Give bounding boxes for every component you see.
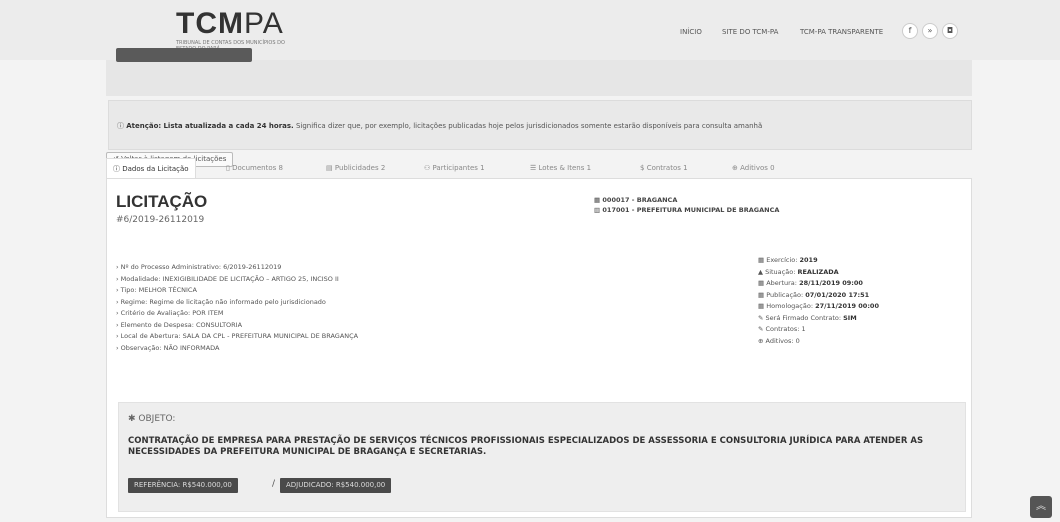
dollar-icon: $ bbox=[640, 164, 647, 172]
pin-icon: ✱ bbox=[128, 414, 139, 424]
detail-local: › Local de Abertura: SALA DA CPL - PREFE… bbox=[116, 332, 359, 340]
list-icon: ☰ bbox=[530, 164, 539, 172]
newspaper-icon: ▤ bbox=[326, 164, 335, 172]
twitter-icon[interactable]: » bbox=[922, 23, 938, 39]
tab-dados-licitacao[interactable]: ⓘ Dados da Licitação bbox=[106, 158, 196, 178]
edit-icon: ✎ bbox=[758, 313, 766, 322]
plus-circle-icon: ⊕ bbox=[758, 336, 766, 345]
calendar-icon: ▦ bbox=[758, 256, 767, 264]
page-header-strip bbox=[106, 60, 972, 96]
detail-observacao: › Observação: NÃO INFORMADA bbox=[116, 343, 220, 352]
detail-regime: › Regime: Regime de licitação não inform… bbox=[116, 297, 326, 306]
info-aditivos: ⊕ Aditivos: 0 bbox=[758, 336, 800, 345]
adjudicado-badge: ADJUDICADO: R$540.000,00 bbox=[280, 478, 392, 493]
plus-circle-icon: ⊕ bbox=[732, 164, 741, 172]
users-icon: ⚇ bbox=[424, 164, 433, 172]
value-separator: / bbox=[272, 479, 276, 489]
info-abertura: ▦ Abertura: 28/11/2019 09:00 bbox=[758, 279, 863, 287]
detail-criterio: › Critério de Avaliação: POR ITEM bbox=[116, 309, 224, 317]
info-contrato: ✎ Será Firmado Contrato: SIM bbox=[758, 313, 857, 322]
detail-processo: › Nº do Processo Administrativo: 6/2019-… bbox=[116, 263, 282, 271]
tab-lotes-itens[interactable]: ☰ Lotes & Itens 1 bbox=[530, 158, 591, 178]
tcmpa-logo[interactable]: TCMPA TRIBUNAL DE CONTAS DOS MUNICÍPIOS … bbox=[176, 9, 296, 53]
objeto-label: ✱ OBJETO: bbox=[128, 414, 176, 424]
info-icon: ⓘ bbox=[117, 122, 127, 130]
info-icon: ⓘ bbox=[113, 165, 123, 173]
calendar-icon: ▦ bbox=[758, 302, 767, 310]
tab-publicidades[interactable]: ▤ Publicidades 2 bbox=[326, 158, 385, 178]
tab-bar: ⓘ Dados da Licitação ▯ Documentos 8 ▤ Pu… bbox=[106, 158, 972, 178]
nav-inicio[interactable]: INÍCIO bbox=[680, 28, 702, 36]
licitacao-number: #6/2019-26112019 bbox=[116, 215, 205, 225]
header-action-button[interactable] bbox=[116, 48, 252, 62]
details-list: › Nº do Processo Administrativo: 6/2019-… bbox=[116, 262, 358, 354]
jurisdicionado: ▥ 017001 - PREFEITURA MUNICIPAL DE BRAGA… bbox=[594, 206, 780, 214]
calendar-icon: ▦ bbox=[758, 279, 767, 287]
objeto-text: CONTRATAÇÃO DE EMPRESA PARA PRESTAÇÃO DE… bbox=[128, 436, 924, 457]
nav-site-tcmpa[interactable]: SITE DO TCM-PA bbox=[722, 28, 778, 36]
detail-elemento: › Elemento de Despesa: CONSULTORIA bbox=[116, 320, 243, 329]
info-situacao: ▲ Situação: REALIZADA bbox=[758, 267, 839, 276]
detail-modalidade: › Modalidade: INEXIGIBILIDADE DE LICITAÇ… bbox=[116, 274, 339, 283]
edit-icon: ✎ bbox=[758, 325, 766, 333]
info-list: ▦ Exercício: 2019 ▲ Situação: REALIZADA … bbox=[758, 255, 879, 347]
attention-alert: ⓘ Atenção: Lista atualizada a cada 24 ho… bbox=[108, 100, 972, 150]
detail-tipo: › Tipo: MELHOR TÉCNICA bbox=[116, 286, 197, 294]
tab-documentos[interactable]: ▯ Documentos 8 bbox=[226, 158, 283, 178]
tab-participantes[interactable]: ⚇ Participantes 1 bbox=[424, 158, 485, 178]
facebook-icon[interactable]: f bbox=[902, 23, 918, 39]
scroll-to-top-button[interactable]: ︽ bbox=[1030, 496, 1052, 518]
info-homologacao: ▦ Homologação: 27/11/2019 00:00 bbox=[758, 302, 879, 310]
municipality: ▦ 000017 - BRAGANCA bbox=[594, 196, 678, 204]
info-publicacao: ▦ Publicação: 07/01/2020 17:51 bbox=[758, 290, 870, 299]
instagram-icon[interactable]: ◘ bbox=[942, 23, 958, 39]
page-title: LICITAÇÃO bbox=[116, 192, 208, 211]
calendar-icon: ▦ bbox=[758, 290, 767, 299]
tab-contratos[interactable]: $ Contratos 1 bbox=[640, 158, 688, 178]
referencia-badge: REFERÊNCIA: R$540.000,00 bbox=[128, 478, 238, 493]
tab-aditivos[interactable]: ⊕ Aditivos 0 bbox=[732, 158, 775, 178]
info-contratos: ✎ Contratos: 1 bbox=[758, 325, 806, 333]
nav-tcmpa-transparente[interactable]: TCM-PA TRANSPARENTE bbox=[800, 28, 883, 36]
info-exercicio: ▦ Exercício: 2019 bbox=[758, 256, 818, 264]
